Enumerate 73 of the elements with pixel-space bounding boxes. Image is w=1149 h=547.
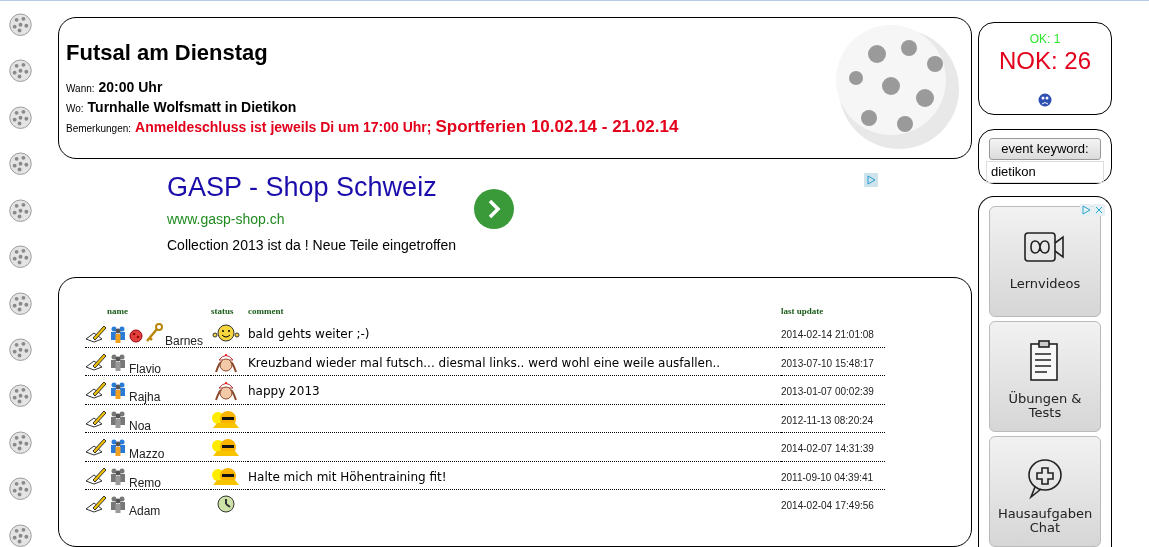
member-name[interactable]: Flavio	[129, 362, 161, 375]
floorball-icon	[7, 105, 33, 130]
update-time: 2014-02-14 21:01:08	[781, 328, 874, 340]
ad-tile[interactable]: Lernvideos	[989, 206, 1101, 317]
member-name[interactable]: Adam	[129, 505, 161, 518]
nok-count: NOK: 26	[998, 46, 1091, 76]
floorball-icon	[7, 245, 33, 269]
comment-text: bald gehts weiter ;-)	[248, 326, 370, 341]
floorball-icon	[7, 523, 33, 547]
detail-label: Bemerkungen:	[66, 122, 132, 136]
floorball-icon	[7, 477, 33, 501]
edit-icon[interactable]	[85, 409, 107, 428]
floorball-icon	[7, 384, 33, 408]
ad-tile[interactable]: Übungen & Tests	[989, 321, 1101, 432]
comment-text: happy 2013	[248, 384, 320, 399]
ad-url[interactable]: www.gasp-shop.ch	[167, 205, 456, 233]
detail-value: Anmeldeschluss ist jeweils Di um 17:00 Uhr;	[135, 118, 432, 136]
column-header: name	[107, 306, 128, 317]
floorball-icon	[7, 152, 33, 176]
ad-text: Collection 2013 ist da ! Neue Teile eingetroffen	[167, 236, 456, 255]
ad-headline[interactable]: GASP - Shop Schweiz	[167, 169, 456, 205]
member-name[interactable]: Barnes	[165, 334, 204, 347]
floorball-icon	[7, 337, 33, 362]
floorball-icon	[7, 198, 33, 223]
ok-count: OK: 1	[1029, 33, 1061, 45]
event-keyword-button[interactable]: event keyword:	[989, 138, 1101, 160]
floorball-icon	[7, 291, 33, 315]
member-name[interactable]: Rajha	[129, 391, 161, 404]
comment-text: Kreuzband wieder mal futsch... diesmal links.. werd wohl eine weile ausfallen..	[248, 355, 721, 370]
edit-icon[interactable]	[85, 381, 107, 400]
people-icon[interactable]	[109, 324, 127, 343]
people-icon[interactable]	[109, 409, 127, 428]
keyword-field[interactable]: dietikon	[986, 161, 1104, 183]
column-header: last update	[781, 306, 824, 317]
chevron-right-icon	[486, 199, 502, 219]
ad-arrow-button[interactable]	[474, 189, 514, 229]
key-icon	[145, 322, 163, 343]
people-icon[interactable]	[109, 438, 127, 457]
people-icon[interactable]	[109, 381, 127, 400]
column-header: comment	[248, 306, 284, 317]
update-time: 2013-07-10 15:48:17	[781, 357, 874, 369]
sad-face-icon	[1038, 93, 1052, 107]
smiley-icon	[211, 321, 241, 344]
holiday-notice: Sportferien 10.02.14 - 21.02.14	[435, 118, 679, 136]
member-name[interactable]: Mazzo	[129, 448, 165, 461]
floorball-icon	[7, 13, 33, 37]
comment-text: Halte mich mit Höhentraining fit!	[248, 469, 447, 484]
edit-icon[interactable]	[85, 466, 107, 485]
ball-icon	[129, 328, 143, 343]
update-time: 2012-11-13 08:20:24	[781, 414, 874, 426]
sunglasses-sun-icon	[211, 436, 241, 459]
update-time: 2014-02-07 14:31:39	[781, 443, 874, 455]
detail-value: 20:00 Uhr	[98, 78, 163, 96]
edit-icon[interactable]	[85, 352, 107, 371]
update-time: 2014-02-04 17:49:56	[781, 500, 874, 512]
people-icon[interactable]	[109, 352, 127, 371]
member-name[interactable]: Noa	[129, 419, 151, 432]
member-name[interactable]: Remo	[129, 476, 161, 489]
ad-tile[interactable]: Hausaufgaben Chat	[989, 436, 1101, 547]
people-icon[interactable]	[109, 495, 127, 514]
floorball-icon	[7, 59, 33, 83]
detail-value: Turnhalle Wolfsmatt in Dietikon	[87, 98, 297, 116]
event-title: Futsal am Dienstag	[66, 42, 269, 64]
people-icon[interactable]	[109, 466, 127, 485]
edit-icon[interactable]	[85, 438, 107, 457]
detail-label: Wann:	[66, 82, 95, 96]
floorball-icon	[7, 430, 33, 455]
edit-icon[interactable]	[85, 495, 107, 514]
update-time: 2013-01-07 00:02:39	[781, 386, 874, 398]
detail-label: Wo:	[66, 102, 84, 116]
update-time: 2011-09-10 04:39:41	[781, 471, 874, 483]
edit-icon[interactable]	[85, 324, 107, 343]
column-header: status	[211, 306, 234, 317]
